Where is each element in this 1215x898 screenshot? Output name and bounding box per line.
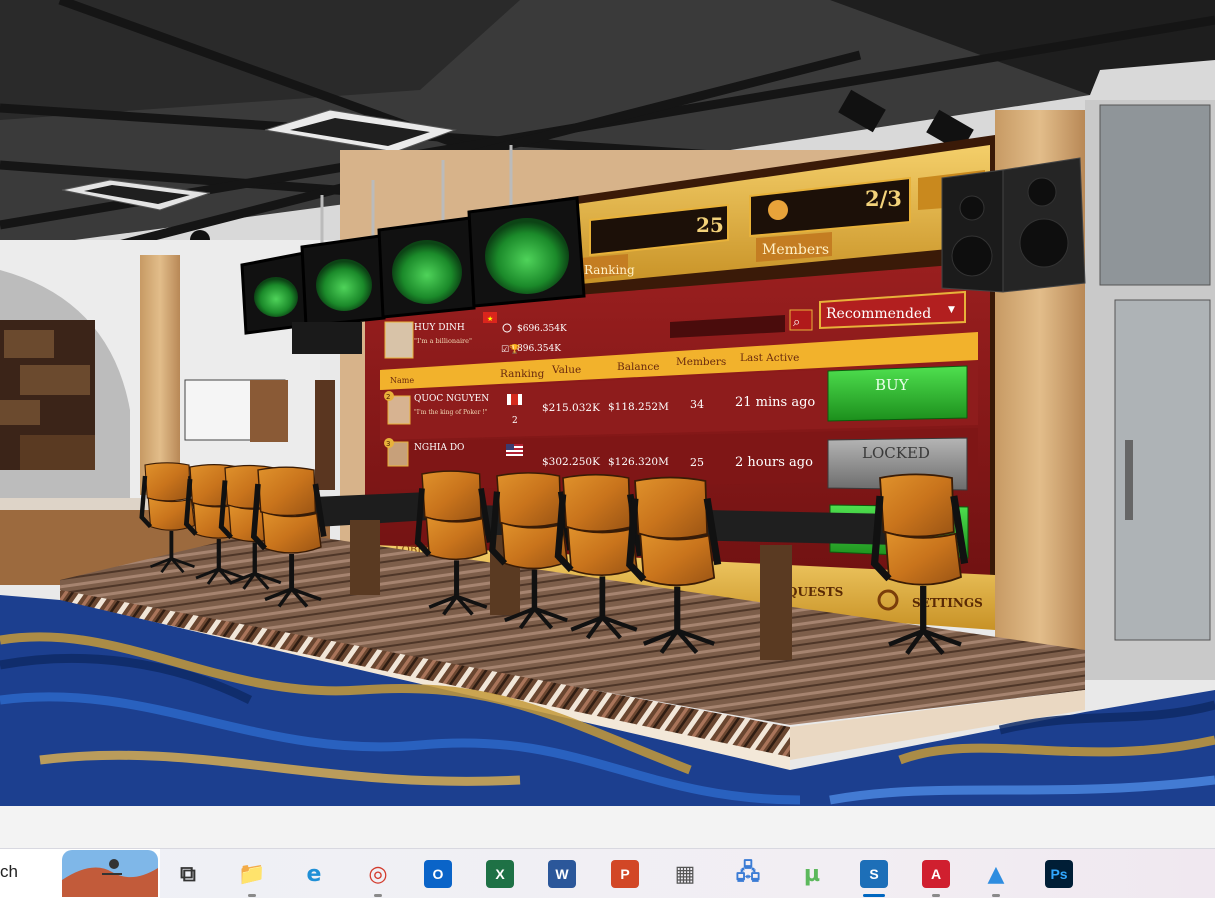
file-explorer-icon[interactable]: 📁 — [235, 857, 269, 897]
taskbar-search[interactable]: ch — [0, 849, 160, 898]
profile-motto: "I'm a billionaire" — [414, 337, 472, 345]
board-text: 2 — [512, 416, 518, 426]
board-text: LOCKED — [862, 444, 930, 462]
excel-icon[interactable]: X — [483, 857, 517, 891]
members-label: Members — [762, 242, 829, 258]
ranking-value: 25 — [696, 213, 724, 237]
photos-icon[interactable]: ▲ — [979, 857, 1013, 897]
column-header[interactable]: Last Active — [740, 352, 799, 364]
profile-chips: $696.354K — [517, 324, 567, 334]
board-text: 25 — [690, 456, 704, 469]
task-view-icon[interactable]: ⧉ — [171, 857, 205, 891]
search-text[interactable]: ch — [0, 862, 18, 882]
column-header[interactable]: Balance — [617, 361, 659, 373]
search-icon: ⌕ — [793, 315, 800, 330]
column-header[interactable]: Name — [390, 376, 414, 385]
ranking-label: Ranking — [584, 263, 635, 277]
speakers — [941, 157, 1086, 293]
svg-text:☑🏆: ☑🏆 — [501, 343, 520, 355]
powerpoint-icon[interactable]: P — [608, 857, 642, 891]
board-text: $126.320M — [608, 456, 669, 468]
board-text: $302.250K — [542, 456, 600, 468]
network-icon[interactable]: 🖧 — [731, 857, 765, 891]
board-text: $118.252M — [608, 401, 669, 413]
photoshop-icon[interactable]: Ps — [1042, 857, 1076, 891]
search-highlight-image — [62, 850, 158, 897]
column-header[interactable]: Members — [676, 356, 726, 368]
board-text: 21 mins ago — [735, 395, 815, 410]
word-icon[interactable]: W — [545, 857, 579, 891]
svg-text:★: ★ — [487, 315, 493, 323]
profile-name: HUY DINH — [414, 323, 465, 333]
sort-selected: Recommended — [826, 306, 931, 322]
footer-quests: QUESTS — [787, 585, 843, 599]
board-text: 2 hours ago — [735, 455, 813, 470]
row-name: QUOC NGUYEN — [414, 394, 489, 404]
buy-button[interactable]: BUY — [827, 365, 968, 422]
column-header[interactable]: Value — [551, 364, 581, 376]
viewport-footer — [0, 806, 1215, 848]
members-count: 2/3 — [865, 186, 902, 211]
column-header[interactable]: Ranking — [500, 368, 545, 380]
board-text: 2 — [386, 393, 390, 401]
outlook-icon[interactable]: O — [421, 857, 455, 891]
edge-icon[interactable]: e — [297, 857, 331, 891]
profile-trophy: 896.354K — [517, 344, 561, 354]
chevron-down-icon: ▼ — [948, 305, 955, 315]
windows-taskbar: ch ⧉ 📁 e ◎ O X W P ▦ 🖧 µ S A ▲ Ps — [0, 848, 1215, 898]
calculator-icon[interactable]: ▦ — [668, 857, 702, 891]
chrome-icon[interactable]: ◎ — [361, 857, 395, 897]
board-text: NGHIA DO — [414, 443, 464, 453]
sketchup-viewport[interactable]: 25 Ranking 2/3 Members HUY DINH "I'm a b… — [0, 0, 1215, 806]
sketchup-icon[interactable]: S — [857, 857, 891, 897]
board-text: 34 — [690, 398, 704, 411]
board-text: $215.032K — [542, 402, 600, 414]
board-text: 3 — [386, 440, 390, 448]
poker-room-render: 25 Ranking 2/3 Members HUY DINH "I'm a b… — [0, 0, 1215, 806]
utorrent-icon[interactable]: µ — [795, 857, 829, 891]
board-text: BUY — [875, 376, 910, 394]
acrobat-icon[interactable]: A — [919, 857, 953, 897]
row-motto: "I'm the king of Poker !" — [414, 409, 488, 416]
